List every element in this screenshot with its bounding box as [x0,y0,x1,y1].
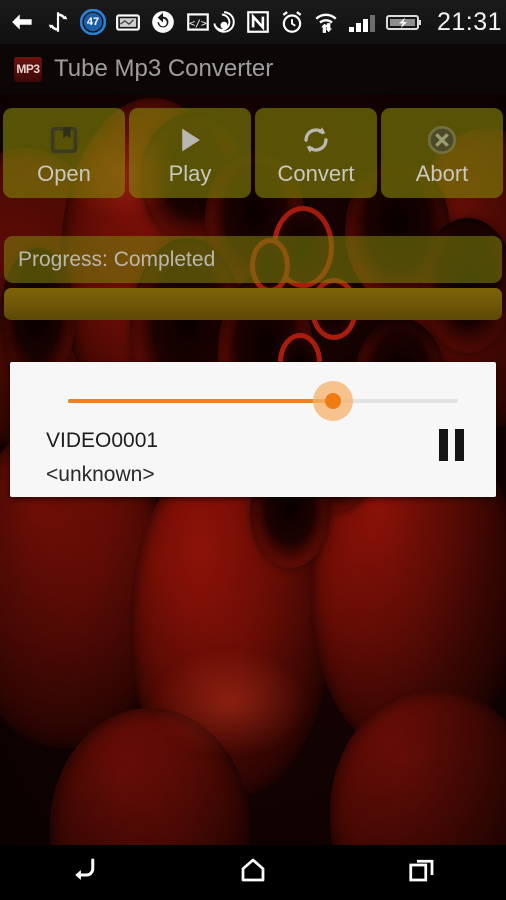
play-triangle-icon [173,121,207,159]
media-player-card: VIDEO0001 <unknown> [10,362,496,497]
pause-bar-right [454,429,464,461]
developer-code-icon: </> [185,9,211,35]
page-title: Tube Mp3 Converter [54,55,274,82]
home-icon [236,855,270,890]
abort-cancel-icon [425,121,459,159]
alarm-clock-icon [279,9,305,35]
convert-button-label: Convert [277,161,355,186]
pause-icon[interactable] [434,428,468,462]
convert-button[interactable]: Convert [255,108,377,198]
nav-home-button[interactable] [169,855,338,890]
status-clock: 21:31 [437,7,503,36]
open-button[interactable]: Open [3,108,125,198]
recents-icon [406,855,438,890]
screenshot-icon [115,9,141,35]
phone-screen: 47 </> 21:31 MP3 Tube Mp3 Converter Open… [0,0,506,900]
seek-thumb[interactable] [325,393,342,409]
progress-status-label: Progress: Completed [18,247,216,271]
seek-fill [68,399,334,403]
abort-button-label: Abort [415,161,469,186]
nav-recents-button[interactable] [337,855,506,890]
progress-bar [4,288,502,320]
mp3-app-icon: MP3 [14,56,42,82]
app-title-bar: MP3 Tube Mp3 Converter [0,44,506,94]
navigation-bar [0,845,506,900]
open-folder-icon [47,121,81,159]
open-button-label: Open [37,161,91,186]
progress-bar-fill [4,288,502,320]
status-bar[interactable]: 47 </> 21:31 [0,0,506,44]
convert-refresh-icon [299,121,333,159]
battery-percent-badge-icon: 47 [80,9,106,35]
nav-back-button[interactable] [0,855,169,890]
nfc-icon [245,9,271,35]
pause-bar-left [438,429,448,461]
sync-icon [45,9,71,35]
progress-status-box: Progress: Completed [4,236,502,283]
battery-charging-icon [385,9,423,35]
battery-percent-value: 47 [86,16,100,28]
track-title: VIDEO0001 [46,429,159,452]
seek-slider[interactable] [68,381,458,421]
spiral-icon [211,9,237,35]
action-button-row: Open Play Convert Abort [3,108,503,198]
play-button[interactable]: Play [129,108,251,198]
back-arrow-icon [66,855,102,890]
play-button-label: Play [168,161,212,186]
abort-button[interactable]: Abort [381,108,503,198]
svg-text:</>: </> [189,18,207,29]
refresh-circle-icon [150,9,176,35]
track-artist: <unknown> [46,463,155,486]
download-arrow-icon [10,9,36,35]
signal-bars-icon [347,9,377,35]
wifi-transfer-icon [313,9,339,35]
